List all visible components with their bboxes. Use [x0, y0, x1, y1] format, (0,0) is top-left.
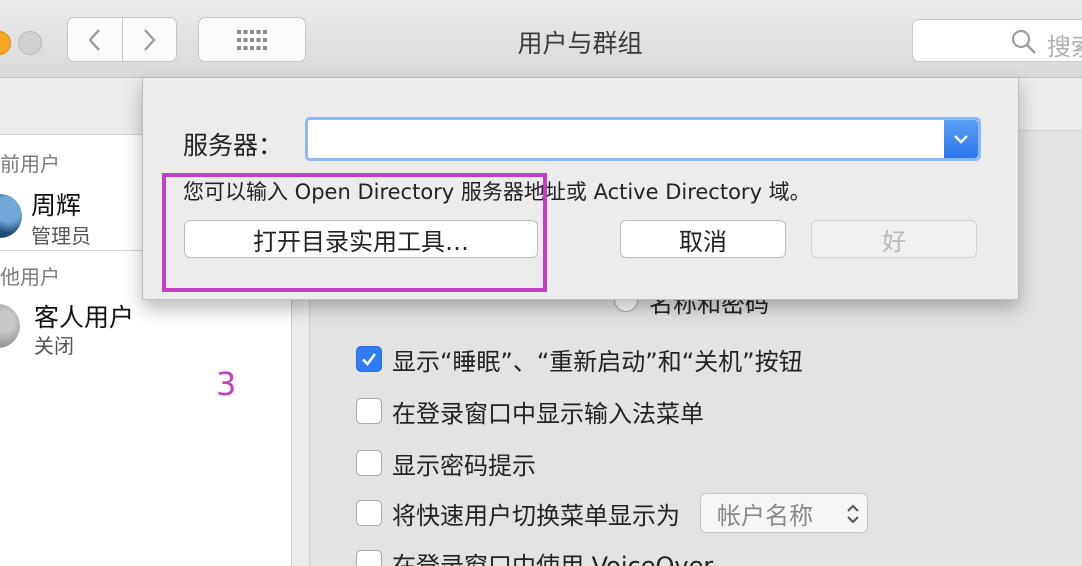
search-field[interactable]: 搜索 — [912, 19, 1082, 62]
checkmark-icon — [362, 353, 377, 366]
current-users-label: 前用户 — [0, 152, 60, 176]
grid-icon — [237, 29, 267, 50]
chevron-left-icon — [88, 28, 100, 51]
option-input-menu[interactable]: 在登录窗口中显示输入法菜单 — [356, 395, 704, 428]
option-password-hints[interactable]: 显示密码提示 — [356, 447, 536, 480]
option-label: 在登录窗口中使用 VoiceOver — [392, 551, 714, 566]
option-voiceover[interactable]: 在登录窗口中使用 VoiceOver — [356, 547, 713, 566]
up-down-arrows-icon — [847, 504, 859, 524]
show-all-button[interactable] — [198, 17, 306, 62]
user-role: 管理员 — [31, 224, 91, 248]
option-show-power-buttons[interactable]: 显示“睡眠”、“重新启动”和“关机”按钮 — [356, 343, 803, 376]
ok-button[interactable]: 好 — [811, 220, 977, 258]
search-placeholder: 搜索 — [1047, 33, 1082, 61]
checkbox[interactable] — [356, 550, 382, 566]
option-label: 显示“睡眠”、“重新启动”和“关机”按钮 — [392, 347, 803, 376]
navigation-buttons — [67, 17, 177, 62]
option-label: 在登录窗口中显示输入法菜单 — [392, 399, 704, 428]
window-toolbar: 用户与群组 搜索 — [0, 0, 1082, 78]
server-label: 服务器： — [183, 131, 284, 160]
checkbox[interactable] — [356, 450, 382, 476]
user-role: 关闭 — [34, 334, 74, 358]
server-combobox[interactable] — [305, 117, 981, 161]
popup-value: 帐户名称 — [717, 501, 813, 530]
annotation-highlight-box — [162, 173, 547, 292]
server-input[interactable] — [314, 124, 934, 154]
search-icon — [1011, 29, 1036, 54]
chevron-down-icon — [954, 135, 968, 144]
option-fast-user-switching[interactable]: 将快速用户切换菜单显示为 帐户名称 — [356, 493, 868, 533]
cancel-button[interactable]: 取消 — [620, 220, 786, 258]
checkbox[interactable] — [356, 398, 382, 424]
avatar — [0, 304, 20, 348]
server-dropdown-button[interactable] — [944, 120, 978, 158]
other-users-label: 他用户 — [0, 265, 60, 289]
option-label: 显示密码提示 — [392, 451, 536, 480]
user-name: 周辉 — [31, 191, 82, 220]
checkbox[interactable] — [356, 500, 382, 526]
window-title: 用户与群组 — [517, 29, 643, 58]
back-button[interactable] — [68, 18, 122, 61]
zoom-button[interactable] — [18, 31, 42, 55]
forward-button[interactable] — [121, 18, 177, 61]
minimize-button[interactable] — [0, 31, 11, 55]
fast-switch-popup[interactable]: 帐户名称 — [700, 493, 868, 533]
avatar — [0, 194, 22, 238]
checkbox-checked[interactable] — [356, 346, 382, 372]
chevron-right-icon — [144, 28, 156, 51]
annotation-number: 3 — [216, 365, 237, 403]
option-label: 将快速用户切换菜单显示为 — [392, 501, 680, 530]
user-name: 客人用户 — [34, 303, 135, 332]
